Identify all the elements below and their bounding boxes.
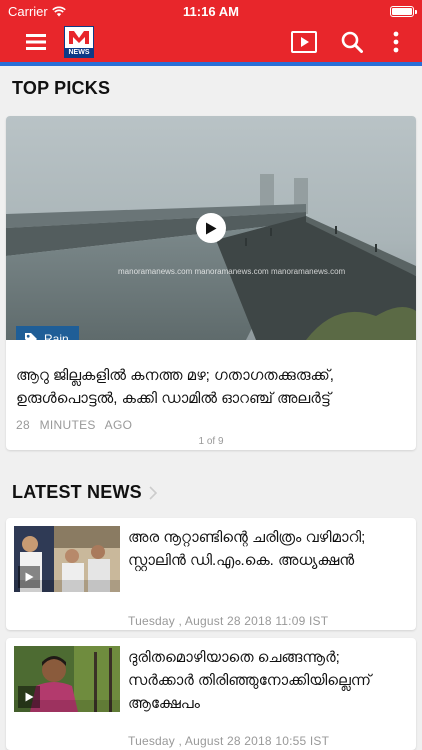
thumbnail-play-button[interactable] — [18, 686, 40, 708]
battery-icon — [390, 6, 417, 17]
top-pick-card[interactable]: manoramanews.com manoramanews.com manora… — [6, 116, 416, 450]
news-date: Tuesday , August 28 2018 11:09 IST — [128, 614, 329, 628]
play-icon — [206, 222, 217, 234]
hero-play-button[interactable] — [196, 213, 226, 243]
news-thumbnail[interactable] — [14, 526, 120, 592]
carousel-page-indicator: 1 of 9 — [198, 436, 224, 447]
thumbnail-play-button[interactable] — [18, 566, 40, 588]
more-options-button[interactable] — [382, 28, 410, 56]
status-time: 11:16 AM — [183, 4, 239, 19]
manorama-news-logo[interactable]: NEWS — [64, 26, 94, 58]
category-tag-label: Rain — [44, 332, 69, 340]
more-vertical-icon — [393, 31, 399, 53]
chevron-right-icon — [149, 485, 158, 500]
news-headline[interactable]: അര നൂറ്റാണ്ടിന്റെ ചരിത്രം വഴിമാറി; സ്റ്റ… — [128, 526, 408, 572]
news-date: Tuesday , August 28 2018 10:55 IST — [128, 734, 330, 748]
play-icon — [25, 572, 33, 582]
play-video-icon — [291, 31, 317, 53]
play-icon — [25, 692, 33, 702]
top-pick-timestamp: 28 MINUTES AGO — [16, 418, 133, 432]
image-watermark: manoramanews.com manoramanews.com manora… — [118, 267, 346, 276]
logo-text: NEWS — [65, 48, 93, 57]
search-button[interactable] — [338, 28, 366, 56]
top-pick-image[interactable]: manoramanews.com manoramanews.com manora… — [6, 116, 416, 340]
menu-button[interactable] — [22, 28, 50, 56]
video-button[interactable] — [290, 28, 318, 56]
news-headline[interactable]: ദുരിതമൊഴിയാതെ ചെങ്ങന്നൂർ; സർക്കാർ തിരിഞ്… — [128, 646, 408, 715]
tag-icon — [25, 333, 37, 340]
logo-mark-icon — [69, 31, 89, 44]
top-pick-headline[interactable]: ആറു ജില്ലകളിൽ കനത്ത മഴ; ഗതാഗതക്കുരുക്ക്,… — [16, 364, 408, 410]
latest-news-header[interactable]: LATEST NEWS — [12, 482, 158, 503]
category-tag[interactable]: Rain — [16, 326, 79, 340]
news-list-item[interactable]: ദുരിതമൊഴിയാതെ ചെങ്ങന്നൂർ; സർക്കാർ തിരിഞ്… — [6, 638, 416, 750]
news-thumbnail[interactable] — [14, 646, 120, 712]
news-list-item[interactable]: അര നൂറ്റാണ്ടിന്റെ ചരിത്രം വഴിമാറി; സ്റ്റ… — [6, 518, 416, 630]
status-bar: Carrier 11:16 AM — [0, 0, 422, 22]
nav-accent-stripe — [0, 62, 422, 66]
search-icon — [341, 31, 363, 53]
top-nav-bar: NEWS — [0, 22, 422, 66]
menu-icon — [26, 34, 46, 50]
latest-news-heading: LATEST NEWS — [12, 482, 142, 502]
top-picks-heading: TOP PICKS — [12, 78, 111, 98]
